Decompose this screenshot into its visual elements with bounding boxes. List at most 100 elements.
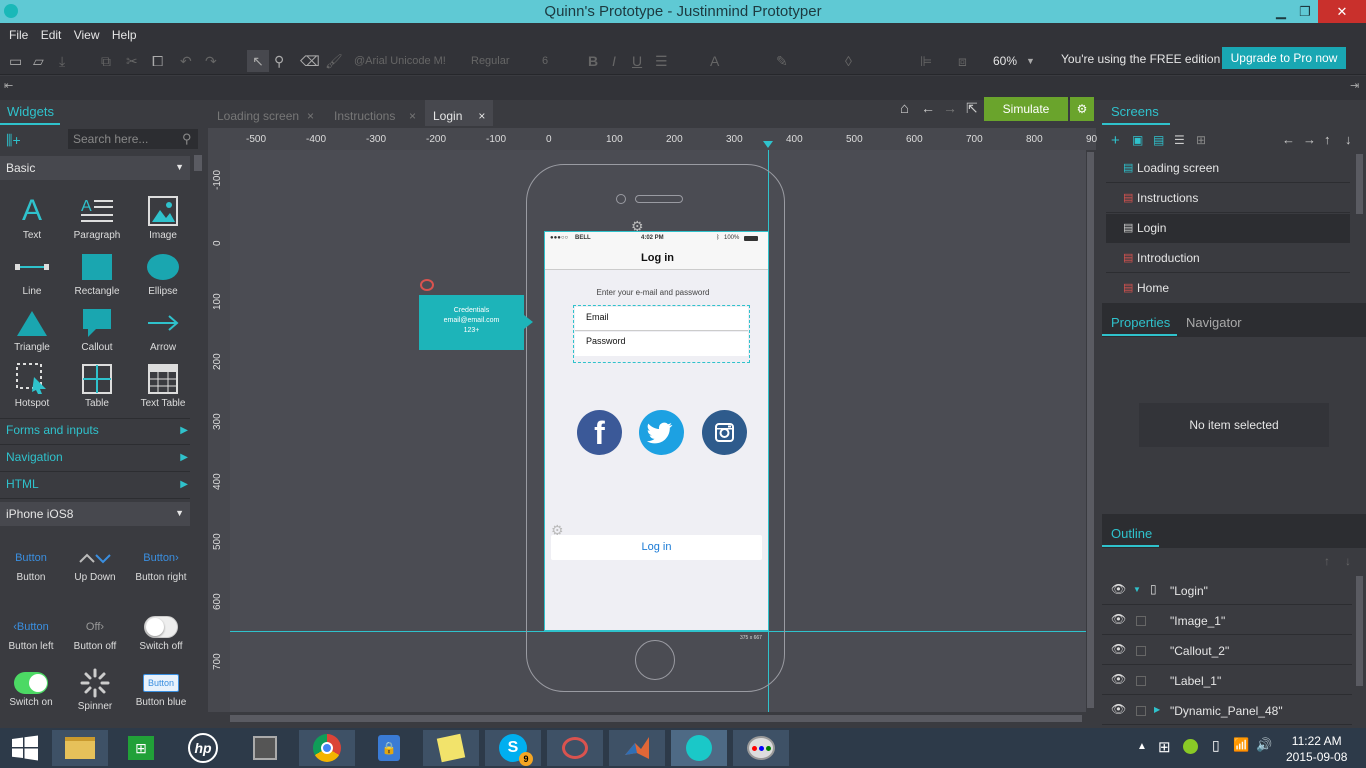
twitter-icon[interactable] bbox=[639, 410, 684, 455]
category-html[interactable]: HTML bbox=[6, 477, 39, 491]
add-folder-icon[interactable]: ▤ bbox=[1153, 133, 1164, 147]
widget-line[interactable]: Line bbox=[1, 250, 63, 297]
network-signal-icon[interactable]: 📶 bbox=[1233, 737, 1249, 753]
outline-scrollbar[interactable] bbox=[1356, 576, 1363, 686]
move-down-icon[interactable]: ↓ bbox=[1345, 132, 1352, 147]
underline-button[interactable]: U bbox=[632, 53, 642, 69]
widget-text-table[interactable]: Text Table bbox=[132, 362, 194, 409]
widget-arrow[interactable]: Arrow bbox=[132, 306, 194, 353]
windows-start-icon[interactable] bbox=[0, 730, 50, 766]
navigator-tab[interactable]: Navigator bbox=[1186, 315, 1242, 330]
file-explorer-icon[interactable] bbox=[52, 730, 108, 766]
back-arrow-icon[interactable]: ← bbox=[921, 100, 935, 116]
ios-widget-button[interactable]: Button Button bbox=[0, 546, 62, 583]
menu-help[interactable]: Help bbox=[112, 23, 137, 42]
move-up-icon[interactable]: ↑ bbox=[1324, 132, 1331, 147]
widgets-tab[interactable]: Widgets bbox=[7, 104, 54, 119]
widget-paragraph[interactable]: A Paragraph bbox=[66, 194, 128, 241]
format-painter-icon[interactable]: 🖌 bbox=[325, 53, 343, 70]
upgrade-button[interactable]: Upgrade to Pro now bbox=[1222, 47, 1346, 69]
security-check-icon[interactable] bbox=[1183, 739, 1198, 754]
outline-item-label[interactable]: 👁 "Label_1" bbox=[1102, 666, 1352, 695]
properties-tab[interactable]: Properties bbox=[1111, 315, 1170, 330]
justinmind-icon[interactable] bbox=[671, 730, 727, 766]
home-icon[interactable]: ⌂ bbox=[900, 100, 909, 117]
sticky-notes-icon[interactable] bbox=[423, 730, 479, 766]
outline-item-dynamic-panel[interactable]: 👁 ▶ "Dynamic_Panel_48" bbox=[1102, 696, 1352, 725]
restore-icon[interactable]: ❐ bbox=[1290, 0, 1320, 23]
eye-icon[interactable]: 👁 bbox=[1111, 702, 1126, 716]
lock-checkbox[interactable] bbox=[1136, 676, 1146, 686]
paste-icon[interactable]: ⧠ bbox=[152, 53, 163, 70]
chevron-down-icon[interactable]: ▼ bbox=[1133, 585, 1141, 594]
category-forms-inputs[interactable]: Forms and inputs bbox=[6, 423, 99, 437]
align-text-icon[interactable]: ☰ bbox=[655, 53, 668, 70]
italic-button[interactable]: I bbox=[612, 53, 616, 69]
widget-callout[interactable]: Callout bbox=[66, 306, 128, 353]
show-hidden-icons[interactable]: ▲ bbox=[1137, 741, 1147, 752]
design-canvas[interactable]: ▶ ⚙ ●●●○○ BELL 4:02 PM ᛒ 100% Log in Ent… bbox=[230, 150, 1086, 712]
ios-widget-switch-off[interactable]: Switch off bbox=[130, 615, 192, 652]
hp-icon[interactable]: hp bbox=[175, 730, 231, 766]
bold-button[interactable]: B bbox=[588, 53, 598, 69]
gear-icon[interactable]: ⚙ bbox=[1070, 97, 1094, 121]
store-icon[interactable]: ⊞ bbox=[113, 730, 169, 766]
move-left-icon[interactable]: ← bbox=[1282, 132, 1295, 147]
close-icon[interactable]: × bbox=[307, 109, 314, 123]
windows-flag-icon[interactable]: ⊞ bbox=[1158, 738, 1171, 756]
warning-marker-icon[interactable] bbox=[420, 279, 434, 291]
move-right-icon[interactable]: → bbox=[1303, 132, 1316, 147]
phone-screen[interactable]: ●●●○○ BELL 4:02 PM ᛒ 100% Log in Enter y… bbox=[544, 231, 769, 631]
screen-item-home[interactable]: ▤ Home bbox=[1106, 274, 1350, 303]
battery-icon[interactable]: ▯ bbox=[1212, 737, 1220, 754]
chrome-icon[interactable] bbox=[299, 730, 355, 766]
widget-text[interactable]: A Text bbox=[1, 194, 63, 241]
menu-file[interactable]: File bbox=[9, 23, 28, 42]
password-field[interactable]: Password bbox=[575, 332, 748, 356]
snipping-tool-icon[interactable] bbox=[547, 730, 603, 766]
download-icon[interactable]: ⤓ bbox=[59, 53, 65, 70]
screens-scrollbar[interactable] bbox=[1356, 154, 1363, 214]
open-folder-icon[interactable]: ▱ bbox=[33, 53, 44, 70]
eraser-icon[interactable]: ⌫ bbox=[300, 53, 320, 70]
add-screen-icon[interactable]: + bbox=[1111, 132, 1120, 149]
ios-category-header[interactable]: iPhone iOS8 ▼ bbox=[0, 502, 190, 526]
font-weight-select[interactable]: Regular bbox=[471, 55, 510, 67]
security-lock-icon[interactable]: 🔒 bbox=[361, 730, 417, 766]
eye-icon[interactable]: 👁 bbox=[1111, 612, 1126, 626]
move-up-icon[interactable]: ↑ bbox=[1324, 554, 1330, 568]
expand-icon[interactable]: ⇱ bbox=[966, 100, 978, 117]
eye-icon[interactable]: 👁 bbox=[1111, 642, 1126, 656]
move-down-icon[interactable]: ↓ bbox=[1345, 554, 1351, 568]
basic-category-header[interactable]: Basic ▼ bbox=[0, 156, 190, 180]
align-objects-icon[interactable]: ⊫ bbox=[920, 53, 932, 70]
opacity-drop-icon[interactable]: ◊ bbox=[845, 53, 852, 69]
app-grid-icon[interactable] bbox=[237, 730, 293, 766]
taskbar-clock[interactable]: 11:22 AM 2015-09-08 bbox=[1286, 733, 1347, 765]
category-navigation[interactable]: Navigation bbox=[6, 450, 63, 464]
cut-icon[interactable]: ✂ bbox=[126, 53, 138, 70]
widgets-scrollbar[interactable] bbox=[194, 155, 202, 171]
canvas-horizontal-scrollbar[interactable] bbox=[230, 712, 1086, 726]
widget-rectangle[interactable]: Rectangle bbox=[66, 250, 128, 297]
email-field[interactable]: Email bbox=[575, 307, 748, 331]
instagram-icon[interactable] bbox=[702, 410, 747, 455]
list-view-icon[interactable]: ☰ bbox=[1174, 133, 1185, 147]
add-image-icon[interactable]: ▣ bbox=[1132, 133, 1143, 147]
canvas-vertical-scrollbar[interactable] bbox=[1086, 150, 1096, 712]
login-button[interactable]: Log in bbox=[551, 535, 762, 560]
paint-icon[interactable] bbox=[733, 730, 789, 766]
skype-icon[interactable]: S9 bbox=[485, 730, 541, 766]
zoom-dropdown-icon[interactable]: ▼ bbox=[1026, 56, 1035, 66]
screen-item-login[interactable]: ▤ Login bbox=[1106, 214, 1350, 243]
lock-checkbox[interactable] bbox=[1136, 616, 1146, 626]
group-icon[interactable]: ⧈ bbox=[958, 53, 967, 70]
matlab-icon[interactable] bbox=[609, 730, 665, 766]
ios-widget-spinner[interactable]: Spinner bbox=[64, 667, 126, 712]
ios-widget-button-off[interactable]: Off › Button off bbox=[64, 615, 126, 652]
search-icon[interactable]: ⚲ bbox=[182, 131, 192, 147]
ios-widget-switch-on[interactable]: Switch on bbox=[0, 671, 62, 708]
screens-tab[interactable]: Screens bbox=[1111, 104, 1159, 119]
pencil-icon[interactable]: ✎ bbox=[776, 53, 788, 70]
collapse-right-icon[interactable]: ⇥ bbox=[1350, 79, 1359, 92]
